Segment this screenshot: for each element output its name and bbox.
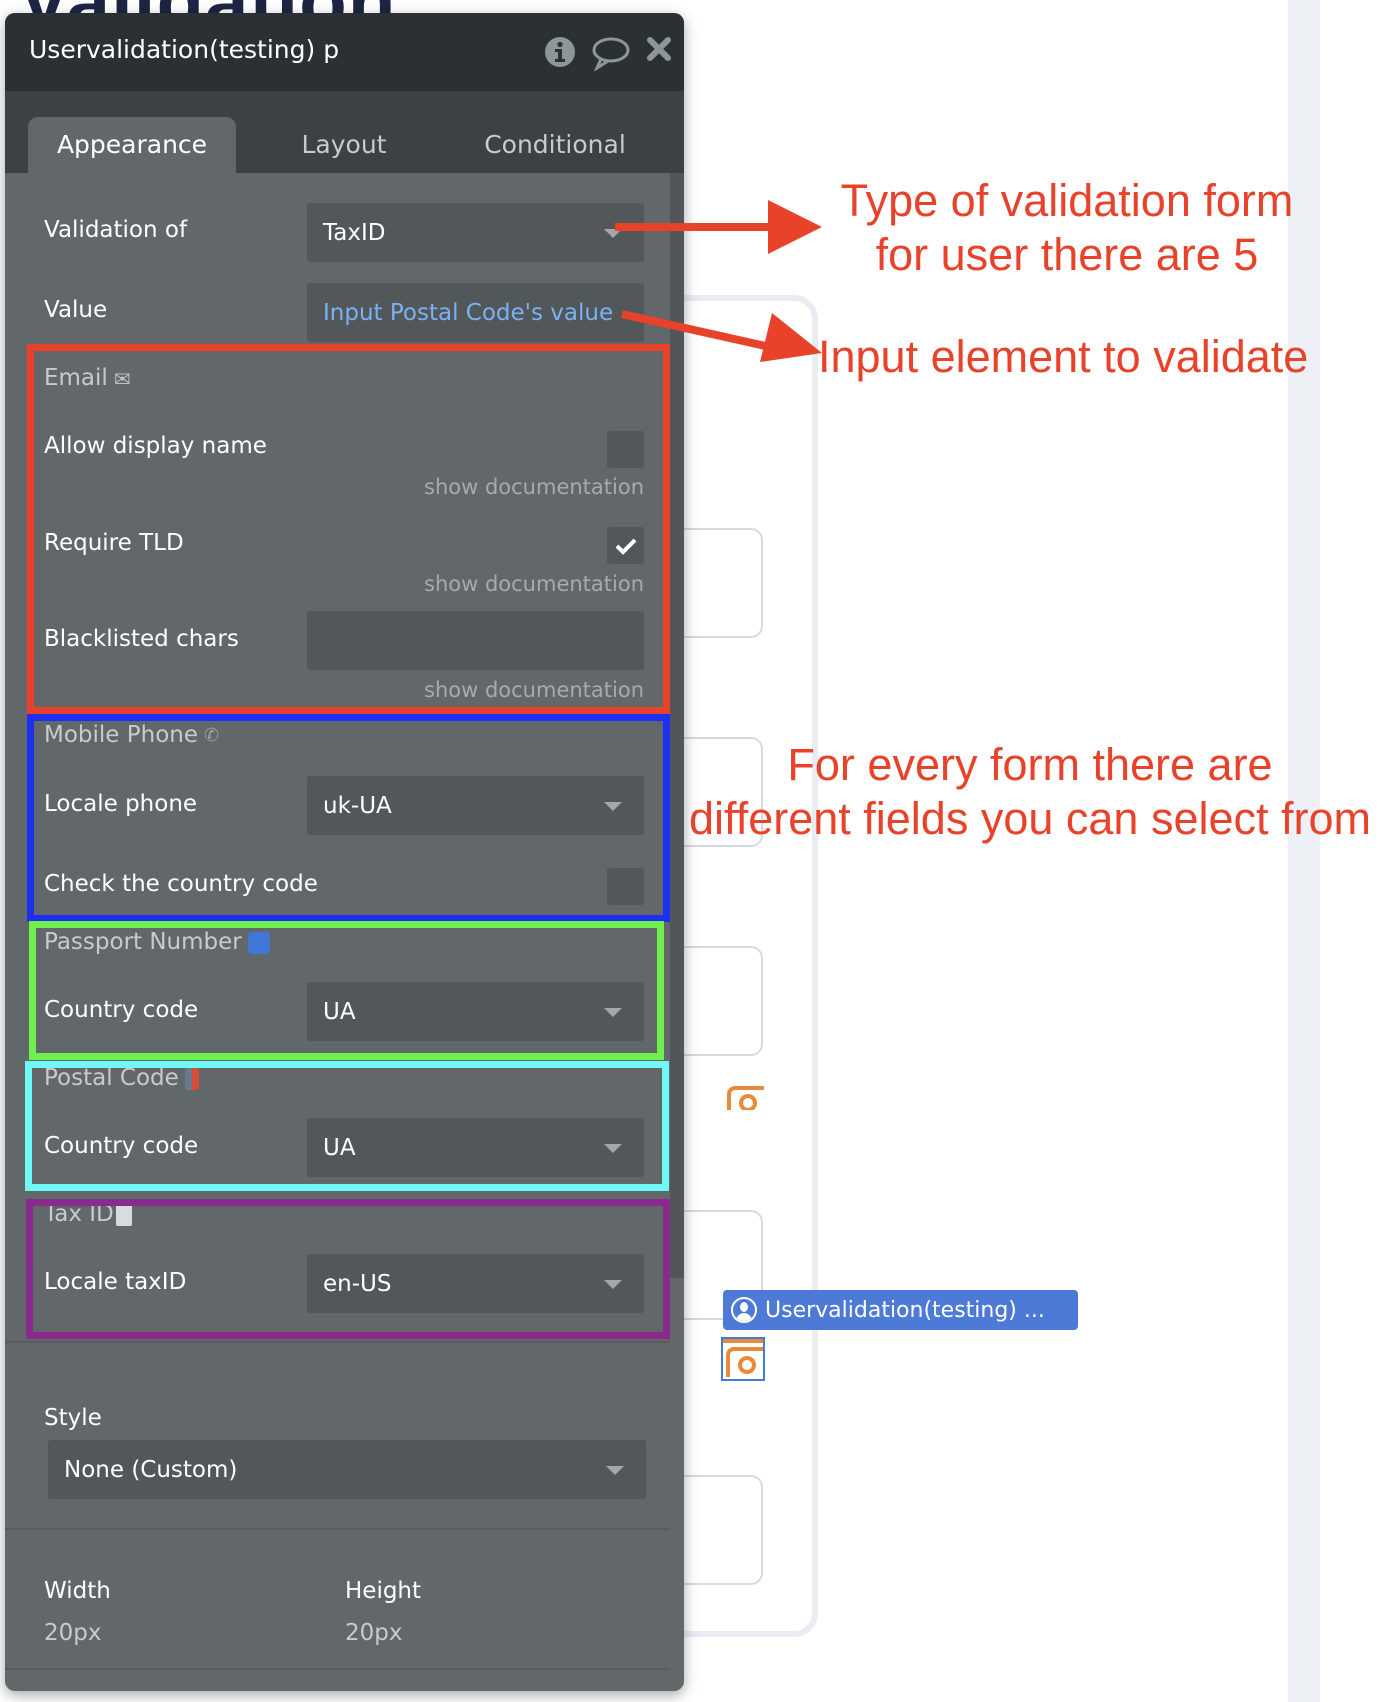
- mobile-phone-section-title: Mobile Phone ✆: [44, 722, 220, 748]
- type-of-validation-annotation: Type of validation form for user there a…: [840, 175, 1294, 280]
- element-tag-label: Uservalidation(testing) ...: [765, 1297, 1045, 1323]
- blacklisted-chars-input[interactable]: [307, 611, 644, 670]
- info-icon[interactable]: [543, 35, 579, 71]
- annotation-arrows: [615, 200, 822, 362]
- height-label: Height: [345, 1578, 422, 1604]
- input-element-annotation: Input element to validate: [818, 331, 1309, 382]
- section-divider: [5, 1341, 670, 1343]
- comment-icon[interactable]: [591, 35, 631, 72]
- require-tld-checkbox[interactable]: [607, 527, 644, 564]
- chevron-down-icon: [604, 1280, 622, 1289]
- chevron-down-icon: [604, 802, 622, 811]
- style-label: Style: [44, 1405, 102, 1431]
- allow-display-name-checkbox[interactable]: [607, 431, 644, 468]
- envelope-icon: ✉: [113, 366, 131, 391]
- passport-country-code-dropdown[interactable]: UA: [307, 982, 644, 1041]
- validation-of-label: Validation of: [44, 217, 188, 243]
- passport-country-code-value: UA: [323, 998, 356, 1025]
- receipt-icon: [115, 1203, 132, 1226]
- width-label: Width: [44, 1578, 111, 1604]
- blacklisted-chars-label: Blacklisted chars: [44, 626, 239, 652]
- panel-title: Uservalidation(testing) p: [29, 35, 340, 64]
- width-value[interactable]: 20px: [44, 1620, 101, 1646]
- image-placeholder-icon[interactable]: [724, 1082, 764, 1110]
- arrow-to-type-annotation: [615, 200, 822, 254]
- show-documentation-link[interactable]: show documentation: [424, 572, 644, 596]
- chevron-down-icon: [604, 1144, 622, 1153]
- property-editor-panel: Uservalidation(testing) p Appearance Lay…: [5, 13, 684, 1691]
- close-icon[interactable]: [645, 35, 675, 71]
- mailbox-icon: [184, 1067, 199, 1090]
- style-dropdown[interactable]: None (Custom): [48, 1440, 646, 1499]
- user-icon: [731, 1297, 757, 1323]
- email-section-title: Email ✉: [44, 365, 131, 391]
- selected-element-tag[interactable]: Uservalidation(testing) ...: [723, 1290, 1078, 1330]
- locale-taxid-value: en-US: [323, 1270, 392, 1297]
- chevron-down-icon: [606, 1466, 624, 1475]
- locale-phone-dropdown[interactable]: uk-UA: [307, 776, 644, 835]
- validation-of-value: TaxID: [323, 219, 386, 246]
- passport-control-icon: [247, 931, 270, 954]
- postal-country-code-label: Country code: [44, 1133, 199, 1159]
- locale-taxid-dropdown[interactable]: en-US: [307, 1254, 644, 1313]
- locale-phone-value: uk-UA: [323, 792, 392, 819]
- postal-country-code-value: UA: [323, 1134, 356, 1161]
- tab-bar: Appearance Layout Conditional: [5, 91, 684, 173]
- section-divider: [5, 1668, 670, 1670]
- chevron-down-icon: [604, 1008, 622, 1017]
- tax-id-section-title: Tax ID: [44, 1201, 132, 1227]
- postal-country-code-dropdown[interactable]: UA: [307, 1118, 644, 1177]
- check-country-code-label: Check the country code: [44, 871, 318, 897]
- require-tld-label: Require TLD: [44, 530, 184, 556]
- value-label: Value: [44, 297, 108, 323]
- show-documentation-link[interactable]: show documentation: [424, 475, 644, 499]
- style-value: None (Custom): [64, 1456, 238, 1483]
- check-country-code-checkbox[interactable]: [607, 868, 644, 905]
- value-dynamic-expression[interactable]: Input Postal Code's value: [323, 300, 613, 326]
- value-field[interactable]: Input Postal Code's value: [307, 283, 644, 342]
- locale-phone-label: Locale phone: [44, 791, 198, 817]
- panel-header[interactable]: Uservalidation(testing) p: [5, 13, 684, 91]
- show-documentation-link[interactable]: show documentation: [424, 678, 644, 702]
- passport-number-section-title: Passport Number: [44, 929, 270, 955]
- allow-display-name-label: Allow display name: [44, 433, 267, 459]
- locale-taxid-label: Locale taxID: [44, 1269, 187, 1295]
- postal-code-section-title: Postal Code: [44, 1065, 199, 1091]
- tab-conditional[interactable]: Conditional: [455, 117, 655, 173]
- checkmark-icon: [615, 538, 636, 555]
- tab-appearance[interactable]: Appearance: [28, 117, 236, 173]
- tab-layout[interactable]: Layout: [255, 117, 433, 173]
- section-divider: [5, 1528, 670, 1530]
- arrow-to-input-annotation: [621, 310, 822, 362]
- passport-country-code-label: Country code: [44, 997, 199, 1023]
- selected-element-icon[interactable]: [721, 1337, 765, 1381]
- phone-icon: ✆: [204, 725, 220, 746]
- validation-of-dropdown[interactable]: TaxID: [307, 203, 644, 262]
- height-value[interactable]: 20px: [345, 1620, 402, 1646]
- fields-annotation: For every form there are different field…: [688, 739, 1371, 844]
